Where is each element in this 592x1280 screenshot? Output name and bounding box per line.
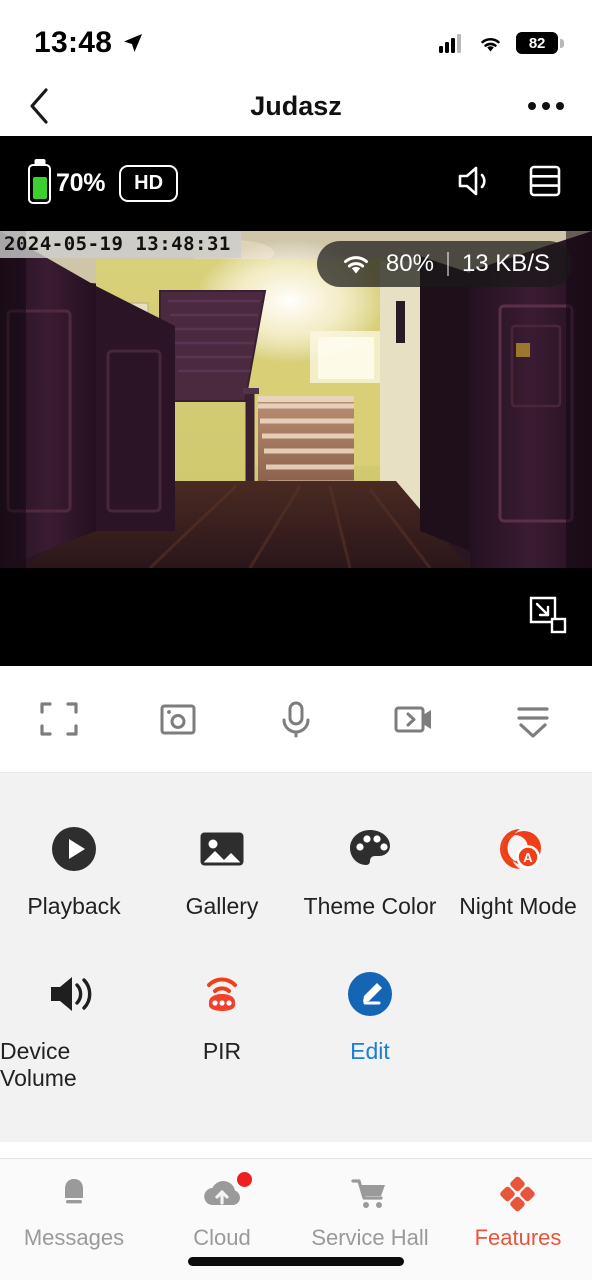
tab-service-hall[interactable]: Service Hall (296, 1173, 444, 1251)
speaker-on-icon (458, 166, 486, 196)
cloud-upload-icon (200, 1172, 252, 1215)
image-icon (196, 823, 248, 875)
feature-label: Theme Color (303, 893, 437, 919)
feature-edit[interactable]: Edit (296, 946, 444, 1118)
status-battery: 82 (516, 32, 564, 54)
feature-label: Playback (27, 893, 121, 919)
quality-badge[interactable]: HD (119, 165, 179, 202)
device-battery-indicator: 70% (28, 163, 106, 204)
feature-row-2: Device Volume PIR Edit (0, 946, 592, 1118)
device-battery-level: 70% (56, 169, 106, 197)
feature-label: PIR (202, 1038, 242, 1064)
back-button[interactable] (28, 86, 68, 126)
snapshot-button[interactable] (118, 697, 236, 741)
battery-icon (28, 163, 51, 204)
tab-label: Messages (23, 1225, 125, 1250)
feature-gallery[interactable]: Gallery (148, 801, 296, 946)
volume-icon (46, 968, 102, 1020)
night-mode-auto-icon: A (490, 823, 546, 875)
feature-label: Gallery (185, 893, 259, 919)
ellipsis-icon (528, 102, 536, 110)
feature-row-1: Playback Gallery Theme Color A Night Mod… (0, 801, 592, 946)
pir-sensor-icon (196, 968, 248, 1020)
chevron-left-icon (30, 88, 48, 124)
tab-label: Features (474, 1225, 562, 1250)
feature-playback[interactable]: Playback (0, 801, 148, 946)
tab-label: Service Hall (311, 1225, 429, 1250)
status-bar: 13:48 82 (0, 0, 592, 76)
feature-theme-color[interactable]: Theme Color (296, 801, 444, 946)
bottom-tab-bar: Messages Cloud Service Hall Features (0, 1158, 592, 1280)
video-player[interactable]: 70% HD 2024-05-19 13:48:31 80% 13 KB/S (0, 136, 592, 666)
feature-grid: Playback Gallery Theme Color A Night Mod… (0, 773, 592, 1142)
snapshot-icon (160, 704, 196, 735)
expand-more-icon (517, 707, 549, 738)
bell-icon (54, 1173, 94, 1215)
expand-more-button[interactable] (474, 697, 592, 741)
status-time: 13:48 (34, 26, 113, 59)
bitrate-value: 13 KB/S (461, 250, 550, 277)
status-battery-level: 82 (528, 34, 546, 52)
tab-messages[interactable]: Messages (0, 1173, 148, 1251)
more-options-button[interactable] (528, 102, 564, 110)
feature-label: Night Mode (459, 893, 577, 919)
record-button[interactable] (355, 697, 473, 741)
ellipsis-icon (556, 102, 564, 110)
ellipsis-icon (542, 102, 550, 110)
notification-badge (237, 1172, 252, 1187)
status-bar-left: 13:48 (34, 26, 145, 60)
video-timestamp: 2024-05-19 13:48:31 (0, 231, 241, 258)
speaker-button[interactable] (456, 163, 496, 204)
status-bar-right: 82 (439, 32, 564, 54)
feature-device-volume[interactable]: Device Volume (0, 946, 148, 1118)
picture-in-picture-button[interactable] (528, 595, 568, 640)
camera-feed-image: 2024-05-19 13:48:31 80% 13 KB/S (0, 231, 592, 568)
video-top-bar: 70% HD (0, 136, 592, 231)
fullscreen-icon (40, 702, 78, 736)
fullscreen-button[interactable] (0, 697, 118, 741)
wifi-strength-value: 80% (385, 250, 434, 277)
nav-bar: Judasz (0, 76, 592, 136)
tab-cloud[interactable]: Cloud (148, 1172, 296, 1251)
palette-icon (344, 823, 396, 875)
page-title: Judasz (250, 90, 342, 121)
feature-pir[interactable]: PIR (148, 946, 296, 1118)
talk-button[interactable] (237, 697, 355, 741)
split-view-icon (529, 165, 561, 197)
app-screen: 13:48 82 Judasz 70% HD 2024-05-19 13:48:… (0, 0, 592, 1280)
record-video-icon (394, 706, 432, 733)
play-circle-icon (48, 823, 100, 875)
wifi-icon (343, 256, 368, 274)
diamonds-icon (497, 1173, 539, 1215)
svg-text:A: A (523, 850, 533, 865)
microphone-icon (282, 701, 310, 738)
picture-in-picture-icon (529, 596, 567, 634)
player-controls (0, 666, 592, 773)
wifi-icon (481, 37, 500, 52)
video-top-actions (456, 163, 564, 204)
pill-divider (446, 252, 449, 276)
feature-empty-slot (444, 946, 592, 1118)
home-indicator (188, 1257, 404, 1266)
cellular-signal-icon (439, 34, 461, 53)
tab-label: Cloud (193, 1225, 251, 1250)
edit-pencil-icon (344, 968, 396, 1020)
location-arrow-icon (124, 34, 143, 52)
feature-label: Device Volume (0, 1038, 77, 1091)
shopping-cart-icon (349, 1173, 391, 1215)
split-view-button[interactable] (526, 163, 564, 204)
tab-features[interactable]: Features (444, 1173, 592, 1251)
feature-night-mode[interactable]: A Night Mode (444, 801, 592, 946)
feature-label: Edit (350, 1038, 390, 1064)
network-status-pill: 80% 13 KB/S (316, 241, 572, 287)
